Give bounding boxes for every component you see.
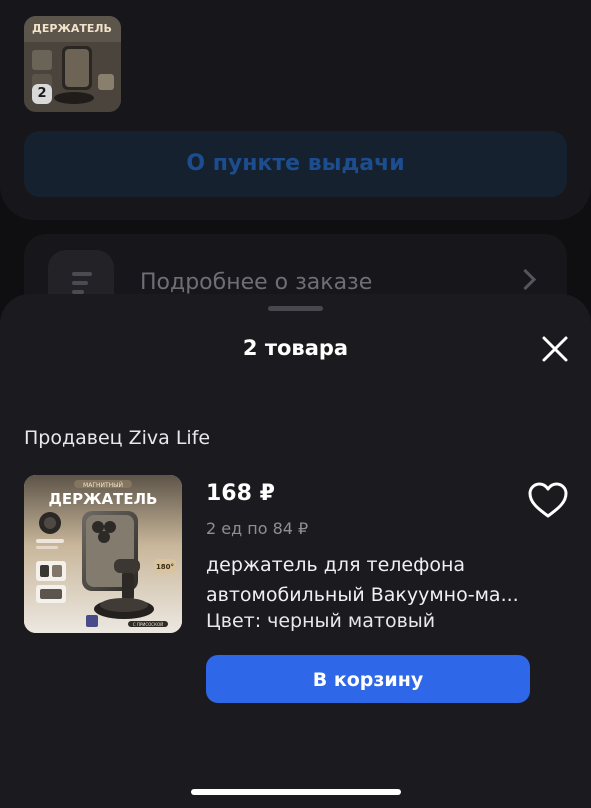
product-image[interactable]: МАГНИТНЫЙ ДЕРЖАТЕЛЬ 180° С ПРИСОСКОЙ xyxy=(24,475,182,633)
product-title[interactable]: держатель для телефона автомобильный Вак… xyxy=(206,550,536,610)
svg-text:ДЕРЖАТЕЛЬ: ДЕРЖАТЕЛЬ xyxy=(49,490,158,508)
svg-text:МАГНИТНЫЙ: МАГНИТНЫЙ xyxy=(83,482,123,489)
screen: ДЕРЖАТЕЛЬ 2 О пункте выдачи Подробнее о … xyxy=(0,0,591,808)
order-card: ДЕРЖАТЕЛЬ 2 О пункте выдачи xyxy=(0,0,591,220)
sheet-grabber-handle[interactable] xyxy=(268,306,323,311)
pickup-point-button[interactable]: О пункте выдачи xyxy=(24,131,567,197)
add-to-cart-button[interactable]: В корзину xyxy=(206,655,530,703)
items-bottom-sheet: 2 товара Продавец Ziva Life МАГНИТНЫЙ ДЕ… xyxy=(0,294,591,808)
svg-text:С ПРИСОСКОЙ: С ПРИСОСКОЙ xyxy=(133,622,163,627)
product-photo: МАГНИТНЫЙ ДЕРЖАТЕЛЬ 180° С ПРИСОСКОЙ xyxy=(24,475,182,633)
order-thumbnail[interactable]: ДЕРЖАТЕЛЬ 2 xyxy=(24,16,121,112)
product-title-line-1: держатель для телефона xyxy=(206,554,466,576)
thumbnail-count-badge: 2 xyxy=(32,84,52,104)
product-color: Цвет: черный матовый xyxy=(206,610,436,632)
heart-icon xyxy=(528,482,568,518)
close-icon xyxy=(542,336,568,362)
close-button[interactable] xyxy=(535,329,575,369)
product-title-line-2: автомобильный Вакуумно-ма... xyxy=(206,584,519,606)
svg-text:ДЕРЖАТЕЛЬ: ДЕРЖАТЕЛЬ xyxy=(32,22,112,35)
chevron-right-icon xyxy=(514,268,537,291)
favorite-button[interactable] xyxy=(527,480,569,520)
seller-name[interactable]: Продавец Ziva Life xyxy=(24,427,210,449)
home-indicator[interactable] xyxy=(191,789,401,795)
product-price: 168 ₽ xyxy=(206,481,275,506)
unit-price: 2 ед по 84 ₽ xyxy=(206,519,309,538)
order-details-label: Подробнее о заказе xyxy=(140,270,373,295)
sheet-title: 2 товара xyxy=(242,336,349,360)
svg-text:180°: 180° xyxy=(156,563,174,571)
